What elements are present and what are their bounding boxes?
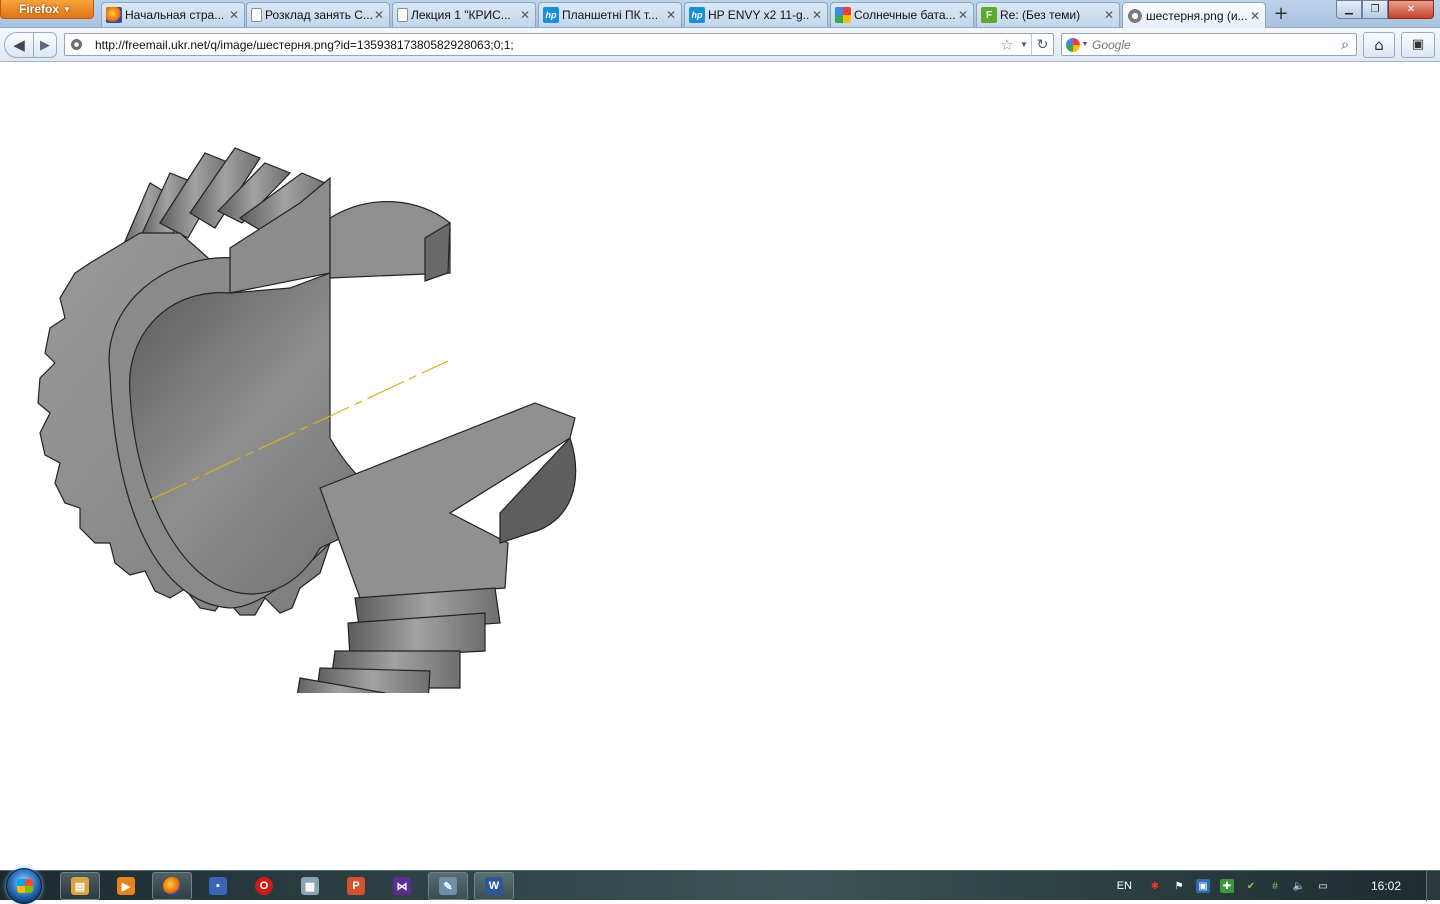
- hp-icon: hp: [543, 7, 559, 23]
- lower-teeth: [296, 587, 501, 693]
- taskbar-powerpoint[interactable]: P: [336, 872, 376, 900]
- taskbar-purple-app[interactable]: ⋈: [382, 872, 422, 900]
- url-text[interactable]: http://freemail.ukr.net/q/image/шестерня…: [87, 38, 997, 52]
- tab-title: Лекция 1 "КРИС...: [411, 8, 511, 22]
- close-icon[interactable]: ✕: [664, 8, 678, 22]
- history-dropdown-icon[interactable]: ▼: [1017, 40, 1031, 49]
- taskbar-paint[interactable]: ✎: [428, 872, 468, 900]
- network-app-icon[interactable]: ▣: [1196, 879, 1210, 893]
- hash-app-icon[interactable]: #: [1268, 879, 1282, 893]
- close-icon[interactable]: ✕: [227, 8, 241, 22]
- tab-title: Начальная стра...: [125, 8, 225, 22]
- tab-title: Re: (Без теми): [1000, 8, 1081, 22]
- show-desktop-button[interactable]: [1426, 871, 1440, 901]
- search-bar[interactable]: ▼ ⌕: [1061, 33, 1357, 56]
- taskbar-explorer[interactable]: ▤: [60, 872, 100, 900]
- address-bar[interactable]: http://freemail.ukr.net/q/image/шестерня…: [64, 33, 1054, 56]
- start-button[interactable]: [6, 868, 42, 904]
- firefox-icon: [106, 7, 122, 23]
- close-icon[interactable]: ✕: [956, 8, 970, 22]
- floppy-icon: ▪: [209, 877, 227, 895]
- close-icon[interactable]: ✕: [372, 8, 386, 22]
- update-icon[interactable]: ✚: [1220, 879, 1234, 893]
- paint-icon: ✎: [439, 877, 457, 895]
- firefox-icon: [163, 877, 181, 895]
- back-arrow-icon: ◀: [13, 36, 25, 54]
- search-engine-selector[interactable]: ▼: [1062, 37, 1092, 52]
- chevron-down-icon: ▼: [1081, 41, 1089, 48]
- home-button[interactable]: ⌂: [1363, 32, 1395, 58]
- taskbar-firefox[interactable]: [152, 872, 192, 900]
- google-icon: [835, 7, 851, 23]
- page-icon: [251, 8, 262, 22]
- close-icon[interactable]: ✕: [1102, 8, 1116, 22]
- reload-button[interactable]: ↻: [1031, 34, 1053, 55]
- bookmark-star-icon[interactable]: ☆: [997, 36, 1017, 54]
- gear-icon: [1127, 7, 1143, 24]
- media-player-icon: ▶: [117, 877, 135, 895]
- security-check-icon[interactable]: ✔: [1244, 879, 1258, 893]
- folder-icon: ▤: [71, 877, 89, 895]
- volume-icon[interactable]: 🔈: [1292, 879, 1306, 893]
- taskbar-calculator[interactable]: ▦: [290, 872, 330, 900]
- tab-7[interactable]: F Re: (Без теми) ✕: [976, 2, 1120, 27]
- tab-strip: Firefox ▼ Начальная стра... ✕ Розклад зан…: [0, 0, 1440, 28]
- minimize-button[interactable]: ▁: [1336, 0, 1362, 19]
- tab-title: шестерня.png (и...: [1146, 8, 1248, 23]
- tab-4[interactable]: hp Планшетні ПК т... ✕: [538, 2, 682, 27]
- f-icon: F: [981, 7, 997, 23]
- purple-app-icon: ⋈: [393, 877, 411, 895]
- antivirus-icon[interactable]: ✱: [1148, 879, 1162, 893]
- close-icon[interactable]: ✕: [518, 8, 532, 22]
- gear-image: [37, 147, 577, 693]
- language-indicator[interactable]: EN: [1117, 880, 1132, 892]
- tab-1[interactable]: Начальная стра... ✕: [101, 2, 245, 27]
- tab-6[interactable]: Солнечные бата... ✕: [830, 2, 974, 27]
- tab-5[interactable]: hp HP ENVY x2 11-g... ✕: [684, 2, 828, 27]
- system-tray: EN ✱ ⚑ ▣ ✚ ✔ # 🔈 ▭ 16:02: [1117, 871, 1440, 901]
- action-center-flag-icon[interactable]: ⚑: [1172, 879, 1186, 893]
- close-icon[interactable]: ✕: [1248, 9, 1262, 23]
- calculator-icon: ▦: [301, 877, 319, 895]
- home-icon: ⌂: [1374, 36, 1384, 54]
- close-window-button[interactable]: ✕: [1388, 0, 1434, 19]
- search-input[interactable]: [1092, 37, 1334, 52]
- powerpoint-icon: P: [347, 877, 365, 895]
- chevron-down-icon: ▼: [63, 5, 71, 14]
- taskbar-media-player[interactable]: ▶: [106, 872, 146, 900]
- window-controls: ▁ ❐ ✕: [1336, 0, 1434, 19]
- word-icon: W: [485, 877, 503, 895]
- image-viewer: [0, 63, 1440, 870]
- puzzle-icon: ▣: [1411, 37, 1425, 52]
- navigation-toolbar: ◀ ▶ http://freemail.ukr.net/q/image/шест…: [0, 28, 1440, 62]
- tab-title: Солнечные бата...: [854, 8, 956, 22]
- google-icon: [1065, 37, 1080, 52]
- page-icon: [397, 8, 408, 22]
- clock[interactable]: 16:02: [1346, 879, 1426, 893]
- network-icon[interactable]: ▭: [1316, 879, 1330, 893]
- tab-3[interactable]: Лекция 1 "КРИС... ✕: [392, 2, 536, 27]
- forward-button[interactable]: ▶: [33, 32, 57, 58]
- restore-button[interactable]: ❐: [1362, 0, 1388, 19]
- taskbar-word[interactable]: W: [474, 872, 514, 900]
- tab-2[interactable]: Розклад занять С... ✕: [246, 2, 390, 27]
- windows-taskbar: ▤ ▶ ▪ O ▦ P ⋈ ✎ W EN ✱ ⚑ ▣ ✚ ✔ # 🔈 ▭ 16:…: [0, 868, 1440, 904]
- back-button[interactable]: ◀: [4, 32, 34, 58]
- search-icon[interactable]: ⌕: [1334, 36, 1356, 53]
- tab-title: Планшетні ПК т...: [562, 8, 659, 22]
- opera-icon: O: [255, 877, 273, 895]
- taskbar-opera[interactable]: O: [244, 872, 284, 900]
- forward-arrow-icon: ▶: [40, 37, 50, 53]
- tab-title: HP ENVY x2 11-g...: [708, 8, 810, 22]
- firefox-menu-label: Firefox: [19, 2, 60, 16]
- close-icon[interactable]: ✕: [810, 8, 824, 22]
- hp-icon: hp: [689, 7, 705, 23]
- tab-8-active[interactable]: шестерня.png (и... ✕: [1122, 2, 1266, 28]
- new-tab-button[interactable]: +: [1268, 4, 1294, 26]
- firefox-menu-button[interactable]: Firefox ▼: [0, 0, 94, 19]
- tab-title: Розклад занять С...: [265, 8, 372, 22]
- site-identity-icon[interactable]: [65, 34, 87, 55]
- taskbar-save[interactable]: ▪: [198, 872, 238, 900]
- addon-bar-button[interactable]: ▣: [1401, 32, 1435, 58]
